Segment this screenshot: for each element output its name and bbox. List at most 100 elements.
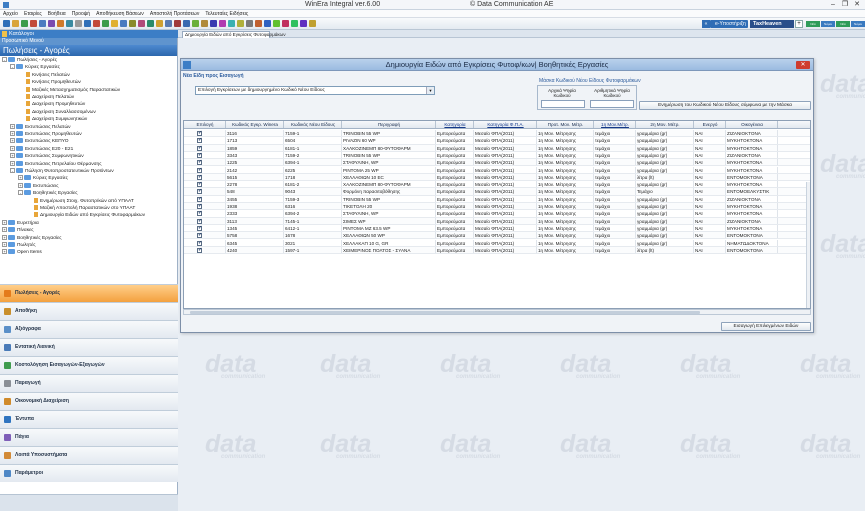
collapse-icon[interactable]: - <box>10 64 15 70</box>
expand-icon[interactable]: + <box>10 153 15 159</box>
toolbar-tool-icon[interactable] <box>93 20 100 27</box>
expand-icon[interactable]: + <box>10 160 15 166</box>
toolbar-tool-icon[interactable] <box>246 20 253 27</box>
table-row[interactable]: ✓ 3343 7159-2 TRINOBIN 55 WP Εμπορεύματα Μεσα… <box>184 151 810 160</box>
select-checkbox[interactable]: ✓ <box>197 233 202 239</box>
module-button[interactable]: Κοστολόγηση Εισαγωγών-Εξαγωγών <box>0 356 178 374</box>
table-row[interactable]: ✓ 3455 7159-3 TRINOBIN 55 WP Εμπορεύματα Μεσα… <box>184 195 810 203</box>
tree-item[interactable]: Διαχείριση Πελατών <box>26 94 74 101</box>
module-button[interactable]: Αξιόγραφα <box>0 320 178 338</box>
table-row[interactable]: ✓ 5758 1678 ΧΕΛΛΑΘΙΩΝ 50 WP Εμπορεύματα Μεσαί… <box>184 232 810 240</box>
select-checkbox[interactable]: ✓ <box>197 152 202 158</box>
toolbar-tool-icon[interactable] <box>21 20 28 27</box>
toolbar-tool-icon[interactable] <box>192 20 199 27</box>
toolbar-tool-icon[interactable] <box>48 20 55 27</box>
taxheaven-mini-button[interactable]: Νόμοι <box>821 21 835 27</box>
numeric-digits-input[interactable] <box>590 100 634 108</box>
maximize-icon[interactable]: ❐ <box>839 0 851 10</box>
table-row[interactable]: ✓ 2278 6181-2 ΧΑΛΚΟΖΙΝΕΜΠ 80-ΦΥΤΟΦΑΡΜ Εμπορε… <box>184 181 810 189</box>
toolbar-tool-icon[interactable] <box>66 20 73 27</box>
expand-icon[interactable]: + <box>10 138 15 144</box>
tree-item[interactable]: Διαχείριση Προμηθευτών <box>26 101 85 108</box>
menu-item[interactable]: Προοψή <box>69 10 93 17</box>
select-checkbox[interactable]: ✓ <box>197 174 202 180</box>
toolbar-tool-icon[interactable] <box>129 20 136 27</box>
column-header[interactable]: Προτ. Μον. Μέτρ. <box>537 121 594 128</box>
toolbar-tool-icon[interactable] <box>57 20 64 27</box>
menu-item[interactable]: Αποστολή Προτάσεων <box>147 10 203 17</box>
column-header[interactable]: Κωδικός Νέου Είδους <box>284 121 342 128</box>
toolbar-tool-icon[interactable] <box>291 20 298 27</box>
plus-icon[interactable]: + <box>795 20 803 28</box>
column-header[interactable]: Επιλογή <box>184 121 226 128</box>
expand-icon[interactable]: + <box>18 175 23 181</box>
column-header[interactable]: Περιγραφή <box>342 121 436 128</box>
table-row[interactable]: ✓ 3113 7145-1 ΣΙΜΕΣ WP Εμπορεύματα Μεσαίο ΦΠΑ… <box>184 217 810 225</box>
tree-item[interactable]: Μαζική Αποστολή Παραστατικών στο ΥΠΑΑΤ <box>34 205 135 212</box>
tree-item[interactable]: Διαχείριση Συναλλασσομένων <box>26 108 96 116</box>
select-checkbox[interactable]: ✓ <box>197 211 202 217</box>
update-mask-button[interactable]: Ενημέρωση του Κωδικού Νέου Είδους σύμφων… <box>639 101 811 110</box>
table-row[interactable]: ✓ 2142 6225 PINTOMA 25 WP Εμπορεύματα Μεσαίο … <box>184 166 810 174</box>
dialog-close-button[interactable]: ✕ <box>796 61 810 69</box>
tree-item[interactable]: + Εκτυπώσεις E20 - E21 <box>10 145 73 153</box>
tree-item[interactable]: + Βοηθητικές Εργασίες <box>2 234 62 242</box>
toolbar-tool-icon[interactable] <box>183 20 190 27</box>
catalog-bar[interactable]: Κατάλογοι <box>0 30 178 38</box>
toolbar-tool-icon[interactable] <box>174 20 181 27</box>
toolbar-tool-icon[interactable] <box>138 20 145 27</box>
module-button[interactable]: Παράμετροι <box>0 464 178 482</box>
table-row[interactable]: ✓ 6345 3021 ΧΕΛΛΑΚΑΠ 10 G, GR Εμπορεύματα Μεσ… <box>184 239 810 247</box>
vertical-scrollbar[interactable] <box>806 182 810 308</box>
toolbar-tool-icon[interactable] <box>237 20 244 27</box>
module-button[interactable]: Παραγωγή <box>0 374 178 392</box>
column-header[interactable]: Κατηγορία <box>436 121 474 128</box>
menu-item[interactable]: Αποθήκευση Βάσεων <box>93 10 147 17</box>
tree-item[interactable]: Ενημέρωση Στοιχ. Φυτοπρ/κών από ΥΠΑΑΤ <box>34 197 134 205</box>
tree-item[interactable]: + Εκτυπώσεις ΚΕΠΥΟ <box>10 138 68 145</box>
tree-item[interactable]: + Πίνακες <box>2 227 34 234</box>
toolbar-tool-icon[interactable] <box>84 20 91 27</box>
table-row[interactable]: ✓ 4240 1597-1 ΧΕΙΜΕΡΙΝΟΣ ΠΟΛΤΟΣ - ΣΥΑΝΑ Εμπο… <box>184 246 810 255</box>
tree-item[interactable]: Κινήσεις Πελατών <box>26 71 70 79</box>
toolbar-tool-icon[interactable] <box>156 20 163 27</box>
tree-item[interactable]: Διαχείριση Συμφωνητικών <box>26 116 87 123</box>
select-checkbox[interactable]: ✓ <box>197 225 202 231</box>
toolbar-tool-icon[interactable] <box>219 20 226 27</box>
tree-item[interactable]: Μαζικές Μετασχηματισμός Παραστατικών <box>26 86 120 94</box>
import-selected-button[interactable]: Εισαγωγή Επιλεγμένων Ειδών <box>721 322 811 331</box>
table-row[interactable]: ✓ 5615 1718 ΧΕΛΛΑΘΙΩΝ 10 EC Εμπορεύματα Μεσαί… <box>184 173 810 182</box>
module-button[interactable]: Αποθήκη <box>0 302 178 320</box>
minimize-icon[interactable]: – <box>827 0 839 10</box>
toolbar-tool-icon[interactable] <box>165 20 172 27</box>
menu-item[interactable]: Εταιρίες <box>21 10 45 17</box>
toolbar-tool-icon[interactable] <box>120 20 127 27</box>
toolbar-tool-icon[interactable] <box>12 20 19 27</box>
toolbar-tool-icon[interactable] <box>30 20 37 27</box>
toolbar-tool-icon[interactable] <box>300 20 307 27</box>
tree-item[interactable]: + Εκτυπώσεις Συμφωνητικών <box>10 153 84 160</box>
tree-item[interactable]: Κινήσεις Προμηθευτών <box>26 79 81 86</box>
menu-item[interactable]: Αρχείο <box>0 10 21 17</box>
toolbar-tool-icon[interactable] <box>228 20 235 27</box>
scrollbar-thumb[interactable] <box>190 311 700 314</box>
table-row[interactable]: ✓ 1345 6412-1 PINTOMA MZ 63.5 WP Εμπορεύματα… <box>184 224 810 233</box>
column-header[interactable]: Οικογένεια <box>726 121 778 128</box>
collapse-icon[interactable]: - <box>2 57 7 62</box>
expand-icon[interactable]: + <box>2 249 7 255</box>
select-checkbox[interactable]: ✓ <box>197 167 202 173</box>
column-header[interactable]: 1η Μον.Μέτρ. <box>594 121 636 128</box>
collapse-icon[interactable]: - <box>18 190 23 196</box>
horizontal-scrollbar[interactable] <box>183 309 811 315</box>
initial-digits-input[interactable] <box>541 100 585 108</box>
table-row[interactable]: ✓ 2333 6394-2 ΣΤΑΦΥΛΙΝΗ, WP Εμπορεύματα Μεσαί… <box>184 210 810 218</box>
select-checkbox[interactable]: ✓ <box>197 189 202 195</box>
expand-icon[interactable]: + <box>2 227 7 233</box>
selection-filter-combo[interactable]: Επιλογή Εγκρίσεων με δημιουργημένο Κωδικ… <box>195 86 435 95</box>
toolbar-tool-icon[interactable] <box>255 20 262 27</box>
toolbar-tool-icon[interactable] <box>309 20 316 27</box>
taxheaven-mini-button[interactable]: Νέα <box>836 21 850 27</box>
select-checkbox[interactable]: ✓ <box>197 145 202 151</box>
module-button[interactable]: Πάγια <box>0 428 178 446</box>
personal-menu-label[interactable]: Προσωπικό Μενού <box>0 38 177 45</box>
